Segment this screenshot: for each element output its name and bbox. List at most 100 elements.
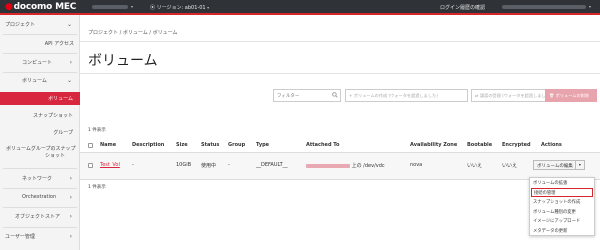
divider <box>3 168 77 169</box>
sidebar-item-network[interactable]: ネットワーク › <box>0 175 80 185</box>
divider <box>3 227 77 228</box>
sidebar-item-label: ボリュームグループのスナップ <box>6 146 76 152</box>
menu-item-change-volume-type[interactable]: ボリューム種別の変更 <box>530 207 594 217</box>
sidebar-item-volumes[interactable]: ボリューム <box>0 92 80 105</box>
sidebar-item-compute[interactable]: コンピュート › <box>0 59 80 69</box>
sidebar-item-label: ネットワーク <box>22 176 53 182</box>
volume-encrypted: いいえ <box>502 163 518 169</box>
attached-device: 上の /dev/vdc <box>351 163 385 169</box>
user-menu[interactable] <box>502 5 586 9</box>
search-icon[interactable] <box>332 92 338 100</box>
volume-name-link[interactable]: Test_Vol <box>100 162 120 168</box>
edit-volume-button[interactable]: ボリュームの編集 ▾ <box>533 160 585 170</box>
create-volume-button[interactable]: + ボリュームの作成 (ウォータを超過しました) <box>345 89 468 102</box>
divider <box>80 73 600 74</box>
sidebar-item-label: API アクセス <box>44 41 74 47</box>
chevron-right-icon: › <box>69 59 72 66</box>
docomo-logo-icon: ● <box>5 2 13 12</box>
column-header-availability-zone[interactable]: Availability Zone <box>410 142 457 148</box>
divider <box>3 207 77 208</box>
divider <box>80 41 600 42</box>
sidebar-item-label: ユーザー管理 <box>5 234 35 240</box>
sidebar: プロジェクト ⌄ API アクセス コンピュート › ボリューム ⌄ ボリューム… <box>0 15 80 250</box>
menu-item-update-metadata[interactable]: メタデータの更新 <box>530 226 594 236</box>
brand-logo[interactable]: ●docomo MEC <box>5 2 76 12</box>
sidebar-item-label: ショット <box>45 153 66 159</box>
sidebar-item-project[interactable]: プロジェクト ⌄ <box>0 21 80 31</box>
volume-description: - <box>132 162 134 168</box>
breadcrumb: プロジェクト / ボリューム / ボリューム <box>88 30 178 36</box>
column-header-bootable[interactable]: Bootable <box>467 142 492 148</box>
brand-name: docomo MEC <box>13 2 77 12</box>
volume-size: 10GiB <box>176 162 192 168</box>
chevron-right-icon: › <box>69 213 72 220</box>
filter-box <box>273 89 341 102</box>
column-header-status[interactable]: Status <box>201 142 219 148</box>
sidebar-item-api-access[interactable]: API アクセス <box>0 40 80 50</box>
column-header-name[interactable]: Name <box>100 142 116 148</box>
chevron-right-icon: › <box>69 233 72 240</box>
actions-dropdown-menu: ボリュームの拡張 接続の管理 スナップショットの作成 ボリューム種別の変更 イメ… <box>529 177 595 236</box>
sidebar-item-group-snapshots[interactable]: ボリュームグループのスナップ ショット <box>0 145 80 163</box>
column-header-attached-to[interactable]: Attached To <box>306 142 339 148</box>
divider <box>3 72 77 73</box>
project-selector[interactable] <box>92 5 128 9</box>
edit-volume-label: ボリュームの編集 <box>537 164 573 169</box>
volume-availability-zone: nova <box>410 162 423 168</box>
sidebar-item-label: ボリューム <box>48 96 73 102</box>
sidebar-item-label: コンピュート <box>22 60 53 66</box>
sidebar-item-groups[interactable]: グループ <box>0 129 80 139</box>
menu-item-upload-to-image[interactable]: イメージにアップロード <box>530 216 594 226</box>
chevron-down-icon: ▾ <box>589 4 592 9</box>
item-count: 1 件表示 <box>88 128 106 133</box>
sidebar-item-user-management[interactable]: ユーザー管理 › <box>0 233 80 243</box>
sidebar-item-snapshots[interactable]: スナップショット <box>0 112 80 122</box>
location-pin-icon: ⦿ <box>150 5 156 11</box>
menu-item-extend-volume[interactable]: ボリュームの拡張 <box>530 178 594 188</box>
chevron-right-icon: › <box>69 175 72 182</box>
column-header-description[interactable]: Description <box>132 142 164 148</box>
row-checkbox[interactable] <box>88 163 93 168</box>
chevron-down-icon: ⌄ <box>66 77 72 84</box>
item-count: 1 件表示 <box>88 185 106 190</box>
column-header-encrypted[interactable]: Encrypted <box>502 142 531 148</box>
region-selector[interactable]: ⦿ リージョン: ab01-01 ▾ <box>150 4 209 11</box>
select-all-checkbox[interactable] <box>88 143 93 148</box>
divider <box>3 53 77 54</box>
region-label: リージョン: ab01-01 <box>156 5 206 11</box>
divider <box>3 34 77 35</box>
chevron-down-icon: ▾ <box>131 4 134 9</box>
page-title: ボリューム <box>88 53 158 69</box>
volume-bootable: いいえ <box>467 163 483 169</box>
sidebar-item-label: プロジェクト <box>5 22 36 28</box>
chevron-down-icon: ⌄ <box>66 21 72 28</box>
sidebar-item-orchestration[interactable]: Orchestration › <box>0 194 80 204</box>
divider <box>3 188 77 189</box>
sidebar-item-label: グループ <box>53 130 73 136</box>
chevron-down-icon[interactable]: ▾ <box>574 161 584 169</box>
column-header-size[interactable]: Size <box>176 142 188 148</box>
chevron-right-icon: › <box>69 194 72 201</box>
menu-item-manage-attachments[interactable]: 接続の管理 <box>531 187 593 197</box>
sidebar-item-volume-group[interactable]: ボリューム ⌄ <box>0 77 80 87</box>
column-header-type[interactable]: Type <box>256 142 269 148</box>
sidebar-item-label: オブジェクトストア <box>15 214 61 220</box>
sidebar-item-object-store[interactable]: オブジェクトストア › <box>0 213 80 223</box>
menu-item-create-snapshot[interactable]: スナップショットの作成 <box>530 197 594 207</box>
divider <box>80 179 600 180</box>
attached-instance-link[interactable] <box>306 163 350 168</box>
volume-group: - <box>228 162 230 168</box>
volume-status: 使用中 <box>201 163 217 169</box>
main-content: プロジェクト / ボリューム / ボリューム ボリューム + ボリュームの作成 … <box>80 15 600 250</box>
delete-volumes-button[interactable]: 🗑 ボリュームの削除 <box>545 89 597 102</box>
sidebar-item-label: ボリューム <box>22 78 47 84</box>
column-header-group[interactable]: Group <box>228 142 245 148</box>
chevron-down-icon: ▾ <box>207 5 210 10</box>
attached-to: 上の /dev/vdc <box>306 162 385 169</box>
table-row: Test_Vol - 10GiB 使用中 - __DEFAULT__ 上の /d… <box>80 153 600 179</box>
login-history-link[interactable]: ログイン履歴の確認 <box>440 4 485 11</box>
column-header-actions: Actions <box>541 142 562 148</box>
filter-input[interactable] <box>277 91 325 101</box>
volume-type: __DEFAULT__ <box>256 162 288 168</box>
sidebar-item-label: Orchestration <box>22 194 57 200</box>
